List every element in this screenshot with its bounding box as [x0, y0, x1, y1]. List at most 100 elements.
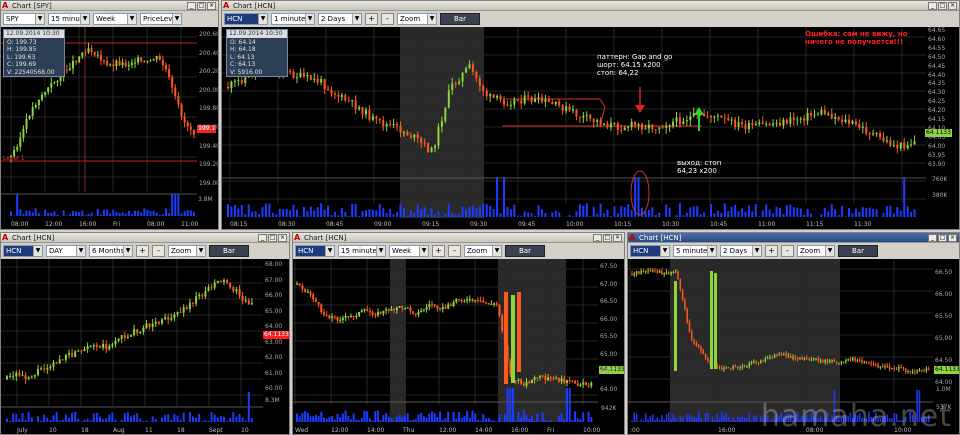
minimize-button[interactable]: _ [258, 234, 267, 242]
close-button[interactable]: × [207, 2, 216, 10]
close-button[interactable]: × [613, 234, 622, 242]
candle-body [513, 99, 516, 105]
y-tick-label: 62.00 [265, 354, 283, 361]
candle-body [109, 64, 112, 66]
volume-bar [743, 417, 746, 422]
interval-select[interactable]: 1 minute ▼ [271, 13, 315, 25]
volume-bar [285, 208, 288, 217]
minimize-button[interactable]: _ [928, 234, 937, 242]
candle-body [658, 127, 661, 130]
interval-select[interactable]: 15 minutes ▼ [48, 13, 90, 25]
range-select[interactable]: 2 Days ▼ [318, 13, 362, 25]
volume-bar [306, 211, 309, 217]
volume-bar [314, 414, 317, 422]
volume-bar [136, 413, 139, 422]
zoom-out-button[interactable]: - [448, 245, 461, 257]
candle-body [313, 78, 316, 80]
candle-body [854, 121, 857, 125]
candle-body [578, 116, 581, 118]
zoom-in-button[interactable]: + [432, 245, 445, 257]
zoom-out-button[interactable]: - [781, 245, 794, 257]
symbol-select[interactable]: HCN ▼ [630, 245, 670, 257]
spy-title-bar[interactable]: A Chart [SPY] _ □ × [1, 1, 218, 11]
hcn-main-plot-area[interactable]: 12.09.2014 10:30 O: 64.14 H: 64.18 L: 64… [222, 27, 959, 229]
candle-body [106, 60, 109, 66]
volume-bar [478, 206, 481, 217]
zoom-in-button[interactable]: + [136, 245, 149, 257]
spy-plot-area[interactable]: 12.09.2014 10:30 O: 199.73 H: 199.85 L: … [1, 27, 218, 229]
zoom-select[interactable]: Zoom ▼ [168, 245, 206, 257]
volume-bar [541, 412, 544, 422]
volume-bar [522, 410, 525, 422]
range-select[interactable]: 6 Months ▼ [89, 245, 133, 257]
range-select[interactable]: 2 Days ▼ [720, 245, 762, 257]
hcn-main-title: Chart [HCN] [233, 2, 276, 10]
candle-body [677, 271, 679, 280]
maximize-button[interactable]: □ [938, 234, 947, 242]
candle-body [840, 362, 843, 364]
interval-select[interactable]: DAY ▼ [46, 245, 86, 257]
volume-bar [741, 208, 744, 217]
candle-body [509, 104, 512, 106]
candle-body [65, 69, 68, 71]
candle-body [758, 122, 761, 124]
candle-body [347, 100, 350, 102]
zoom-in-button[interactable]: + [365, 13, 378, 25]
bar-type-button[interactable]: Bar [209, 245, 249, 257]
range-value: 2 Days [321, 15, 346, 23]
close-button[interactable]: × [278, 234, 287, 242]
maximize-button[interactable]: □ [603, 234, 612, 242]
zoom-out-button[interactable]: - [381, 13, 394, 25]
volume-bar [72, 211, 74, 216]
hcn-5m-title-bar[interactable]: A Chart [HCN] _ □ × [628, 233, 959, 243]
symbol-select[interactable]: HCN ▼ [224, 13, 268, 25]
close-button[interactable]: × [948, 2, 957, 10]
volume-bar [182, 412, 185, 422]
hcn-15m-title-bar[interactable]: A Chart [HCN] _ □ × [293, 233, 624, 243]
zoom-out-button[interactable]: - [152, 245, 165, 257]
candle-body [668, 125, 671, 127]
volume-bar [168, 213, 171, 216]
candle-body [879, 133, 882, 138]
candle-body [241, 295, 244, 301]
bar-type-button[interactable]: Bar [838, 245, 878, 257]
volume-bar [792, 207, 795, 217]
symbol-select[interactable]: SPY ▼ [3, 13, 45, 25]
volume-bar [485, 204, 488, 217]
candle-body [678, 117, 681, 125]
hcn-daily-title-bar[interactable]: A Chart [HCN] _ □ × [1, 233, 289, 243]
zoom-select[interactable]: Zoom ▼ [397, 13, 437, 25]
range-select[interactable]: Week ▼ [93, 13, 137, 25]
candle-body [92, 345, 95, 347]
mode-select[interactable]: PriceLevel ▼ [140, 13, 182, 25]
bar-type-button[interactable]: Bar [440, 13, 480, 25]
minimize-button[interactable]: _ [187, 2, 196, 10]
candle-body [75, 60, 78, 63]
zoom-select[interactable]: Zoom ▼ [797, 245, 835, 257]
minimize-button[interactable]: _ [593, 234, 602, 242]
hcn-15m-plot-area[interactable]: 64.1133 942K 67.50 67.00 66.50 66.00 65.50 65… [293, 259, 624, 434]
close-button[interactable]: × [948, 234, 957, 242]
zoom-in-button[interactable]: + [765, 245, 778, 257]
interval-select[interactable]: 15 minutes ▼ [338, 245, 386, 257]
maximize-button[interactable]: □ [938, 2, 947, 10]
candle-body [325, 314, 328, 316]
symbol-select[interactable]: HCN ▼ [3, 245, 43, 257]
volume-bar [466, 411, 469, 422]
interval-select[interactable]: 5 minutes ▼ [673, 245, 717, 257]
symbol-select[interactable]: HCN ▼ [295, 245, 335, 257]
hcn-main-title-bar[interactable]: A Chart [HCN] _ □ × [222, 1, 959, 11]
zoom-select[interactable]: Zoom ▼ [464, 245, 502, 257]
minimize-button[interactable]: _ [928, 2, 937, 10]
bar-type-button[interactable]: Bar [505, 245, 545, 257]
hcn-5m-price-tag: 64.1133 [934, 366, 959, 374]
volume-bar [146, 209, 149, 216]
maximize-button[interactable]: □ [197, 2, 206, 10]
maximize-button[interactable]: □ [268, 234, 277, 242]
y-tick-label: 199.60 [199, 124, 218, 131]
candle-body [741, 366, 744, 368]
candle-body [492, 94, 495, 98]
candle-body [651, 124, 654, 130]
range-select[interactable]: Week ▼ [389, 245, 429, 257]
hcn-daily-plot-area[interactable]: 64.1133 8.3M 68.00 67.00 66.00 65.00 64.00 63… [1, 259, 289, 434]
